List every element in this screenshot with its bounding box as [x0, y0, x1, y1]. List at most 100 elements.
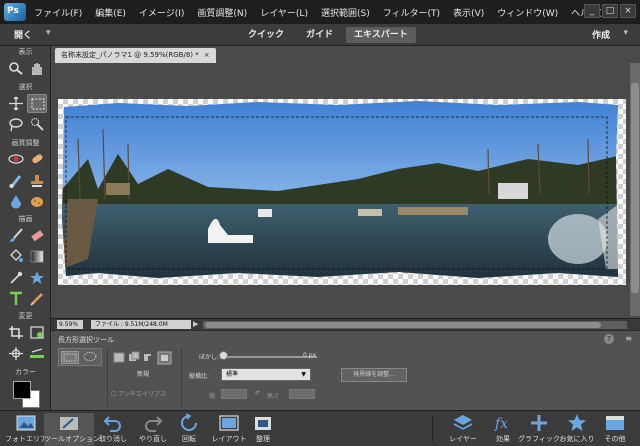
- width-field[interactable]: [221, 389, 247, 399]
- zoom-level-field[interactable]: 9.59%: [57, 320, 83, 329]
- rectangular-marquee-tool[interactable]: [27, 94, 47, 113]
- recompose-tool[interactable]: [27, 323, 47, 342]
- organizer-label: 整理: [256, 435, 270, 443]
- maximize-button[interactable]: □: [602, 4, 618, 18]
- gradient-tool[interactable]: [27, 247, 47, 266]
- sponge-tool[interactable]: [27, 192, 47, 211]
- organizer-button[interactable]: 整理: [238, 413, 288, 446]
- hand-icon: [32, 63, 42, 75]
- more-icon: [606, 416, 624, 430]
- menu-file[interactable]: ファイル(F): [34, 6, 82, 19]
- menu-edit[interactable]: 編集(E): [95, 6, 126, 19]
- move-tool[interactable]: [6, 94, 26, 113]
- quick-selection-icon: [30, 117, 44, 131]
- create-dropdown-icon[interactable]: ▾: [623, 28, 628, 38]
- create-button[interactable]: 作成: [592, 28, 610, 41]
- menu-select[interactable]: 選択範囲(S): [321, 6, 370, 19]
- sponge-icon: [31, 197, 43, 207]
- red-eye-icon: [8, 154, 24, 164]
- eyedropper-tool[interactable]: [6, 268, 26, 287]
- custom-shape-tool[interactable]: [27, 268, 47, 287]
- eyedropper-icon: [10, 271, 23, 284]
- help-icon[interactable]: ?: [604, 334, 614, 344]
- open-button[interactable]: 開く: [14, 28, 32, 41]
- panel-menu-icon[interactable]: ≡: [625, 334, 632, 343]
- tab-expert[interactable]: エキスパート: [346, 27, 416, 43]
- horizontal-scrollbar[interactable]: [203, 321, 627, 329]
- menu-enhance[interactable]: 画質調整(N): [197, 6, 247, 19]
- tab-guided[interactable]: ガイド: [298, 27, 341, 43]
- gradient-icon: [30, 250, 44, 263]
- rectangle-marquee-option-icon: [63, 353, 77, 362]
- image-canvas[interactable]: [58, 99, 626, 285]
- minimize-button[interactable]: _: [584, 4, 600, 18]
- paint-bucket-tool[interactable]: [6, 247, 26, 266]
- clone-stamp-tool[interactable]: [27, 171, 47, 190]
- selection-mode-icons[interactable]: [113, 351, 173, 365]
- content-aware-move-tool[interactable]: [6, 344, 26, 363]
- pencil-tool[interactable]: [27, 289, 47, 308]
- eraser-tool[interactable]: [27, 226, 47, 245]
- straighten-icon: [30, 348, 44, 358]
- menu-layer[interactable]: レイヤー(L): [260, 6, 308, 19]
- brush-icon: [10, 228, 23, 242]
- feather-slider-knob[interactable]: [219, 351, 228, 360]
- close-button[interactable]: ×: [620, 4, 636, 18]
- lasso-tool[interactable]: [6, 115, 26, 134]
- new-selection-label: 新規: [137, 371, 150, 378]
- aspect-ratio-dropdown[interactable]: 標準 ▼: [221, 368, 311, 381]
- menu-filter[interactable]: フィルター(T): [383, 6, 440, 19]
- graphics-icon: [531, 415, 547, 431]
- rotate-icon: [181, 413, 197, 431]
- bandage-icon: [32, 154, 43, 164]
- recompose-icon: [30, 326, 44, 339]
- brush-tool[interactable]: [6, 226, 26, 245]
- document-tab[interactable]: 名称未設定_パノラマ1 @ 9.59%(RGB/8) * ×: [55, 48, 216, 63]
- redo-icon: [145, 416, 163, 432]
- marquee-shape-group: [58, 348, 102, 366]
- crop-tool[interactable]: [6, 323, 26, 342]
- tab-quick[interactable]: クイック: [240, 27, 292, 43]
- quick-selection-tool[interactable]: [27, 115, 47, 134]
- rectangle-marquee-option[interactable]: [61, 351, 79, 364]
- hand-tool[interactable]: [27, 59, 47, 78]
- status-bar: 9.59% ファイル : 9.51M/248.0M ▶: [51, 318, 640, 330]
- horizontal-scroll-thumb[interactable]: [205, 322, 601, 328]
- vertical-scroll-thumb[interactable]: [631, 83, 639, 293]
- menu-image[interactable]: イメージ(I): [139, 6, 185, 19]
- mode-bar: 開く ▾ クイック ガイド エキスパート 作成 ▾: [0, 24, 640, 46]
- straighten-tool[interactable]: [27, 344, 47, 363]
- toolbox: 表示 選択 画質調整 描画 変更 カラー: [0, 46, 51, 410]
- smart-brush-tool[interactable]: [6, 171, 26, 190]
- zoom-tool[interactable]: [6, 59, 26, 78]
- app-logo-icon: [4, 3, 26, 21]
- refine-edge-button[interactable]: 境界線を調整...: [341, 368, 407, 382]
- file-info-menu-icon[interactable]: ▶: [193, 320, 198, 328]
- ellipse-marquee-option-icon: [83, 352, 97, 361]
- red-eye-tool[interactable]: [6, 150, 26, 169]
- tool-options-button[interactable]: ツールオプション: [44, 413, 100, 446]
- type-tool[interactable]: [6, 289, 26, 308]
- open-dropdown-icon[interactable]: ▾: [46, 28, 51, 38]
- blur-tool[interactable]: [6, 192, 26, 211]
- antialias-checkbox[interactable]: ☐ アンチエイリアス: [111, 389, 166, 398]
- height-field[interactable]: [289, 389, 315, 399]
- vertical-scrollbar[interactable]: [630, 63, 640, 316]
- toolbox-section-draw: 描画: [18, 215, 33, 223]
- smart-brush-icon: [9, 175, 22, 188]
- ellipse-marquee-option[interactable]: [82, 351, 100, 364]
- feather-label: ぼかし:: [199, 354, 220, 361]
- marquee-icon: [31, 98, 45, 110]
- menu-window[interactable]: ウィンドウ(W): [497, 6, 558, 19]
- close-tab-icon[interactable]: ×: [204, 51, 210, 59]
- panorama-image: [62, 101, 618, 278]
- swap-icon[interactable]: ⇄: [255, 389, 260, 396]
- antialias-label: アンチエイリアス: [118, 391, 167, 398]
- spot-healing-tool[interactable]: [27, 150, 47, 169]
- menu-view[interactable]: 表示(V): [453, 6, 484, 19]
- eraser-icon: [31, 230, 44, 242]
- more-button[interactable]: その他: [590, 413, 640, 446]
- layers-icon: [453, 415, 473, 430]
- foreground-color-swatch[interactable]: [13, 381, 31, 399]
- document-area: 名称未設定_パノラマ1 @ 9.59%(RGB/8) * ×: [51, 46, 640, 330]
